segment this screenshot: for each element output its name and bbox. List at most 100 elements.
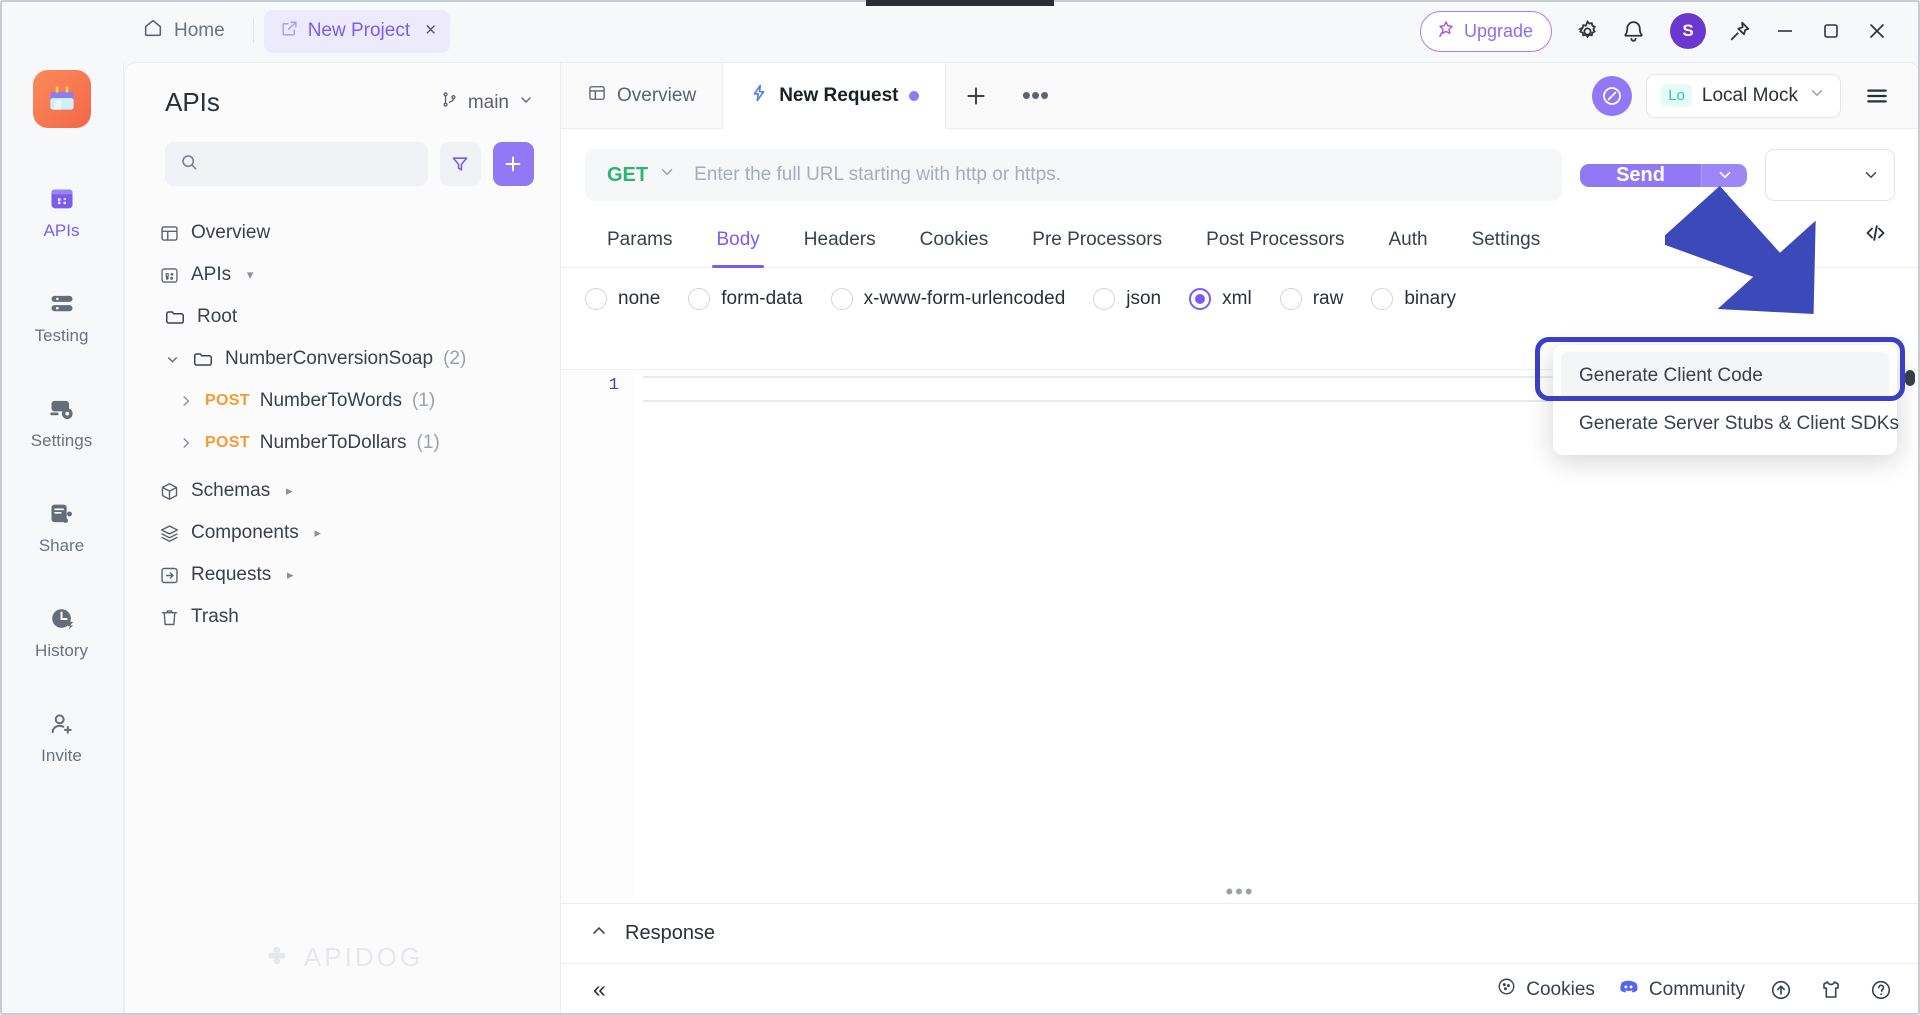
line-number: 1: [609, 376, 619, 395]
send-button[interactable]: Send: [1580, 164, 1701, 187]
body-type-none[interactable]: none: [585, 288, 660, 310]
add-tab-button[interactable]: [946, 63, 1006, 128]
pin-icon[interactable]: [1716, 8, 1762, 54]
chevron-right-icon[interactable]: [177, 394, 195, 408]
more-tabs-button[interactable]: •••: [1006, 63, 1066, 128]
tab-overview[interactable]: Overview: [561, 63, 723, 128]
tab-divider: [253, 19, 254, 43]
sidebar-item-testing[interactable]: Testing: [14, 281, 110, 352]
send-options-button[interactable]: [1701, 164, 1747, 187]
body-type-x-www-form-urlencoded[interactable]: x-www-form-urlencoded: [831, 288, 1066, 310]
editor-gutter: 1: [561, 370, 633, 903]
chevron-down-icon: [1862, 166, 1880, 184]
tree-item-schemas[interactable]: Schemas ▸: [147, 470, 550, 512]
radio-label: xml: [1222, 288, 1252, 310]
tree-item-overview[interactable]: Overview: [147, 212, 550, 254]
branch-selector[interactable]: main: [440, 90, 534, 115]
scrollbar-thumb[interactable]: [1905, 370, 1915, 386]
minimize-button[interactable]: [1762, 8, 1808, 54]
project-tab[interactable]: New Project ×: [264, 10, 451, 53]
sidebar-item-settings[interactable]: Settings: [14, 386, 110, 457]
home-icon: [142, 17, 164, 45]
upload-icon[interactable]: [1767, 976, 1795, 1004]
collapse-panel-button[interactable]: «: [585, 976, 614, 1003]
apis-search-row: [125, 128, 560, 190]
editor-scrollbar[interactable]: [1905, 370, 1915, 903]
tree-item-count: (1): [412, 390, 435, 412]
tab-body[interactable]: Body: [694, 219, 781, 267]
tree-item-root[interactable]: Root: [147, 296, 550, 338]
apis-tree: Overview APIs ▾: [125, 190, 560, 1015]
chevron-right-icon[interactable]: [177, 436, 195, 450]
gear-icon[interactable]: [1564, 8, 1610, 54]
menu-icon[interactable]: [1855, 74, 1899, 118]
radio-circle: [688, 288, 710, 310]
add-api-button[interactable]: [493, 142, 534, 186]
tree-item-numbertodollars[interactable]: POST NumberToDollars (1): [147, 422, 550, 464]
save-dropdown-button[interactable]: [1765, 149, 1895, 201]
filter-button[interactable]: [440, 142, 481, 186]
tree-item-numberconversionsoap[interactable]: NumberConversionSoap (2): [147, 338, 550, 380]
sidebar-item-share[interactable]: Share: [14, 491, 110, 562]
menu-item-generate-server-stubs[interactable]: Generate Server Stubs & Client SDKs: [1561, 400, 1889, 448]
sidebar-item-history[interactable]: History: [14, 596, 110, 667]
method-label: GET: [607, 164, 648, 187]
tab-settings[interactable]: Settings: [1450, 219, 1563, 267]
tree-item-trash[interactable]: Trash: [147, 596, 550, 638]
environment-badge: Lo: [1661, 84, 1692, 107]
response-section-header[interactable]: Response: [561, 903, 1919, 963]
radio-label: json: [1126, 288, 1161, 310]
editor-resize-handle[interactable]: •••: [561, 881, 1919, 903]
tab-auth[interactable]: Auth: [1366, 219, 1449, 267]
tab-cookies[interactable]: Cookies: [898, 219, 1011, 267]
code-generate-icon[interactable]: [1862, 221, 1895, 265]
radio-circle: [1371, 288, 1393, 310]
tab-pre-processors[interactable]: Pre Processors: [1010, 219, 1184, 267]
mock-status-icon[interactable]: [1592, 76, 1632, 116]
tree-item-components[interactable]: Components ▸: [147, 512, 550, 554]
method-selector[interactable]: GET: [585, 163, 694, 187]
chevron-right-icon[interactable]: ▸: [280, 483, 298, 499]
community-button[interactable]: Community: [1617, 975, 1745, 1004]
close-window-button[interactable]: [1854, 8, 1900, 54]
tab-post-processors[interactable]: Post Processors: [1184, 219, 1366, 267]
apidog-flower-icon: [262, 943, 292, 973]
search-input[interactable]: [209, 154, 414, 174]
upgrade-button[interactable]: Upgrade: [1420, 11, 1552, 52]
chevron-right-icon[interactable]: ▸: [281, 567, 299, 583]
sidebar-item-invite[interactable]: Invite: [14, 701, 110, 772]
chevron-down-icon[interactable]: ▾: [241, 267, 259, 283]
tree-item-requests[interactable]: Requests ▸: [147, 554, 550, 596]
environment-selector[interactable]: Lo Local Mock: [1646, 74, 1841, 118]
help-icon[interactable]: [1867, 976, 1895, 1004]
bell-icon[interactable]: [1610, 8, 1656, 54]
shirt-icon[interactable]: [1817, 976, 1845, 1004]
url-input[interactable]: [694, 164, 1562, 186]
body-type-raw[interactable]: raw: [1280, 288, 1344, 310]
body-type-form-data[interactable]: form-data: [688, 288, 802, 310]
radio-label: x-www-form-urlencoded: [864, 288, 1066, 310]
tree-item-apis[interactable]: APIs ▾: [147, 254, 550, 296]
components-icon: [157, 523, 181, 544]
tab-headers[interactable]: Headers: [782, 219, 898, 267]
body-type-json[interactable]: json: [1093, 288, 1161, 310]
chevron-right-icon[interactable]: ▸: [309, 525, 327, 541]
tree-item-numbertowords[interactable]: POST NumberToWords (1): [147, 380, 550, 422]
home-tab[interactable]: Home: [124, 9, 243, 53]
body-type-binary[interactable]: binary: [1371, 288, 1456, 310]
tab-params[interactable]: Params: [585, 219, 694, 267]
tree-item-label: Requests: [191, 564, 271, 586]
requests-icon: [157, 565, 181, 586]
avatar[interactable]: S: [1670, 13, 1706, 49]
search-box[interactable]: [165, 142, 428, 186]
chevron-down-icon[interactable]: [163, 352, 181, 367]
cookies-button[interactable]: Cookies: [1496, 976, 1595, 1003]
apidog-watermark: APIDOG: [125, 942, 560, 973]
close-icon[interactable]: ×: [425, 20, 436, 42]
body-type-xml[interactable]: xml: [1189, 288, 1252, 310]
tab-new-request[interactable]: New Request: [723, 63, 945, 129]
chevron-up-icon[interactable]: [589, 921, 609, 947]
menu-item-generate-client-code[interactable]: Generate Client Code: [1561, 352, 1889, 400]
sidebar-item-apis[interactable]: APIs: [14, 176, 110, 247]
maximize-button[interactable]: [1808, 8, 1854, 54]
